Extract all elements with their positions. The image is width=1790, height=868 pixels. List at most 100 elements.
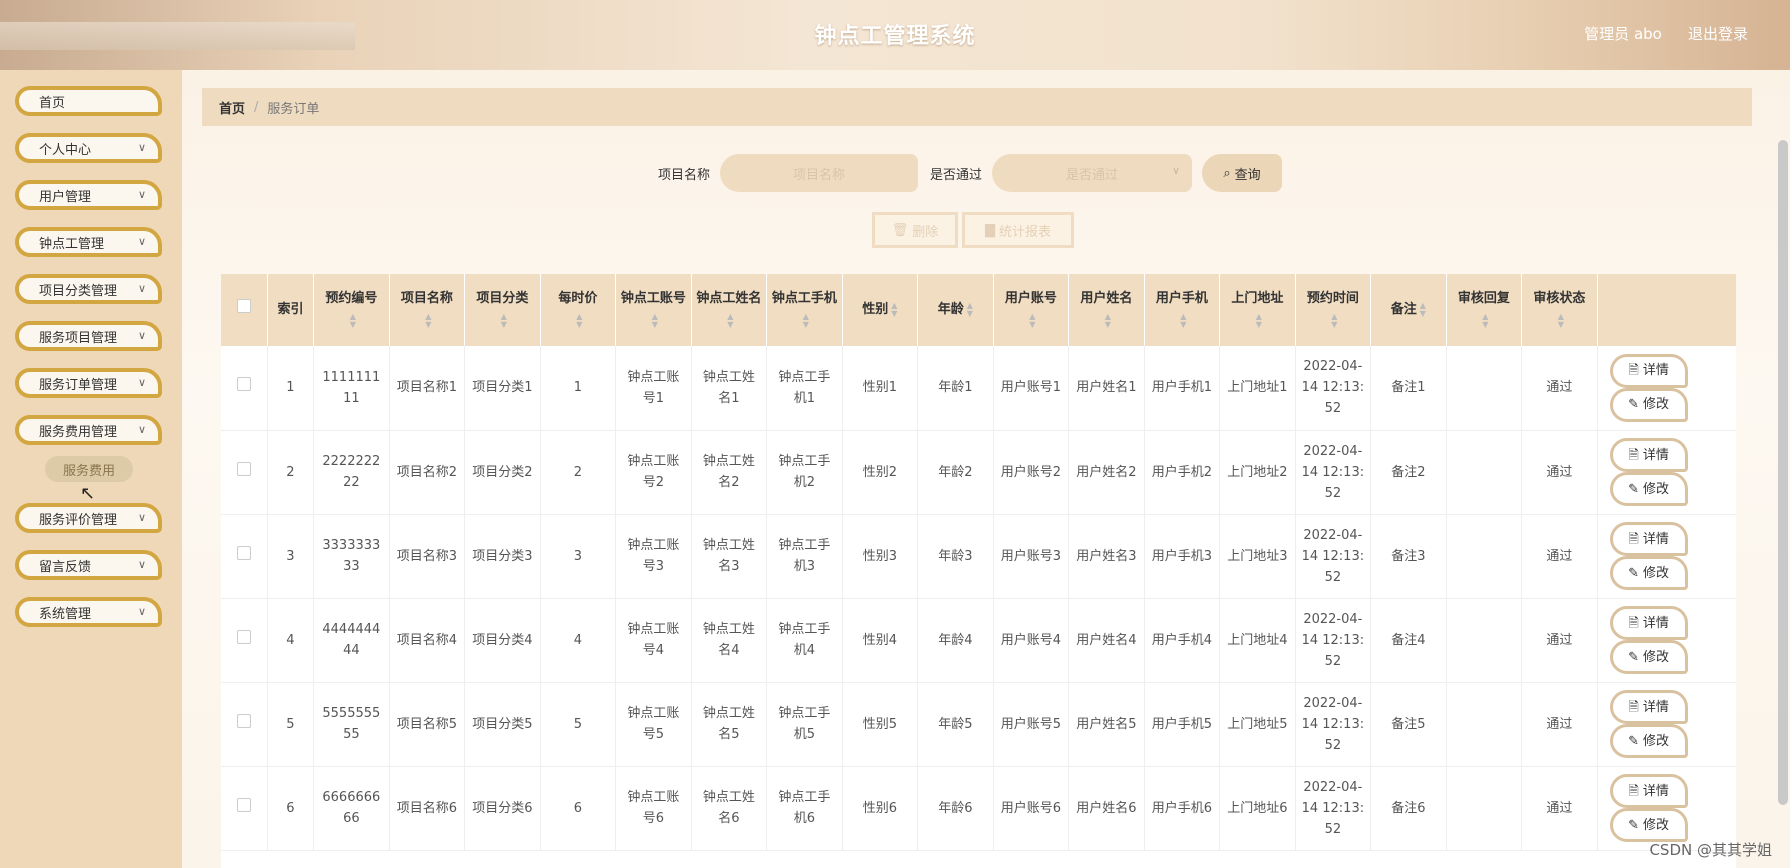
row-checkbox[interactable] bbox=[236, 713, 251, 728]
edit-button-label: 修改 bbox=[1643, 733, 1670, 749]
table-cell: 备注3 bbox=[1370, 514, 1447, 599]
row-actions-cell: 🗎 详情 ✎ 修改 bbox=[1597, 346, 1736, 431]
table-cell: 年龄5 bbox=[917, 682, 994, 767]
sort-icon: ▲ ▼ bbox=[576, 311, 583, 329]
row-checkbox[interactable] bbox=[236, 797, 251, 812]
sidebar-subitem-service-fee[interactable]: 服务费用 bbox=[45, 456, 133, 482]
detail-button[interactable]: 🗎 详情 bbox=[1609, 606, 1688, 640]
column-header[interactable]: 每时价 ▲ ▼ bbox=[540, 274, 617, 346]
detail-button[interactable]: 🗎 详情 bbox=[1609, 522, 1688, 556]
row-actions-cell: 🗎 详情 ✎ 修改 bbox=[1597, 766, 1736, 851]
chevron-down-icon: ∨ bbox=[137, 423, 146, 436]
sidebar-item-service-project-management[interactable]: 服务项目管理 ∨ bbox=[15, 321, 162, 351]
table-cell: 钟点工姓名3 bbox=[691, 514, 768, 599]
watermark: CSDN @其其学姐 bbox=[1649, 841, 1772, 859]
column-header[interactable]: 用户手机 ▲ ▼ bbox=[1144, 274, 1221, 346]
table-cell bbox=[1446, 598, 1523, 683]
column-header[interactable]: 用户姓名 ▲ ▼ bbox=[1068, 274, 1145, 346]
sidebar-item-home[interactable]: 首页 bbox=[15, 86, 162, 116]
detail-button[interactable]: 🗎 详情 bbox=[1609, 353, 1688, 388]
detail-button[interactable]: 🗎 详情 bbox=[1609, 438, 1688, 472]
select-all-checkbox[interactable] bbox=[236, 299, 251, 313]
table-cell: 111111111 bbox=[313, 346, 390, 431]
breadcrumb-current: 服务订单 bbox=[267, 101, 320, 117]
query-button[interactable]: ⌕ 查询 bbox=[1202, 154, 1283, 192]
table-cell: 钟点工账号5 bbox=[615, 682, 692, 767]
delete-button[interactable]: 🗑 删除 bbox=[872, 212, 958, 248]
sort-icon: ▲ ▼ bbox=[891, 300, 898, 318]
main-content: 首页 / 服务订单 项目名称 项目名称 是否通过 是否通过 ∨ ⌕ 查询 🗑 删… bbox=[182, 70, 1790, 868]
edit-button[interactable]: ✎ 修改 bbox=[1609, 472, 1688, 506]
edit-button[interactable]: ✎ 修改 bbox=[1609, 387, 1688, 422]
detail-button[interactable]: 🗎 详情 bbox=[1609, 774, 1688, 808]
table-cell: 性别2 bbox=[842, 430, 919, 515]
table-cell: 项目名称3 bbox=[389, 514, 466, 599]
column-header[interactable]: 备注 ▲ ▼ bbox=[1370, 274, 1447, 346]
table-cell: 2022-04-14 12:13:52 bbox=[1295, 430, 1372, 515]
table-cell: 年龄6 bbox=[917, 766, 994, 851]
report-button[interactable]: ▇ 统计报表 bbox=[962, 212, 1074, 248]
sidebar-item-user-management[interactable]: 用户管理 ∨ bbox=[15, 180, 162, 210]
sidebar-item-personal-center[interactable]: 个人中心 ∨ bbox=[15, 133, 162, 163]
breadcrumb-home[interactable]: 首页 bbox=[219, 98, 245, 117]
table-cell: 年龄4 bbox=[917, 598, 994, 683]
column-header[interactable]: 预约编号 ▲ ▼ bbox=[313, 274, 390, 346]
edit-button[interactable]: ✎ 修改 bbox=[1609, 556, 1688, 590]
sidebar-item-feedback[interactable]: 留言反馈 ∨ bbox=[15, 550, 162, 580]
column-header[interactable]: 预约时间 ▲ ▼ bbox=[1295, 274, 1372, 346]
table-cell: 钟点工姓名1 bbox=[691, 346, 768, 431]
column-header[interactable]: 审核回复 ▲ ▼ bbox=[1446, 274, 1523, 346]
pencil-icon: ✎ bbox=[1628, 565, 1640, 581]
column-header[interactable]: 用户账号 ▲ ▼ bbox=[993, 274, 1070, 346]
column-header[interactable]: 年龄 ▲ ▼ bbox=[917, 274, 994, 346]
column-header[interactable]: 钟点工手机▲ ▼ bbox=[766, 274, 843, 346]
table-cell: 钟点工手机3 bbox=[766, 514, 843, 599]
row-actions-cell: 🗎 详情 ✎ 修改 bbox=[1597, 514, 1736, 599]
sidebar-item-label: 个人中心 bbox=[39, 142, 92, 158]
table-row: 4 444444444 项目名称4 项目分类4 4 钟点工账号4 钟点工姓名4 钟点工手机4 性… bbox=[221, 598, 1736, 683]
edit-button-label: 修改 bbox=[1643, 565, 1670, 581]
table-cell: 通过 bbox=[1521, 346, 1598, 431]
edit-button[interactable]: ✎ 修改 bbox=[1609, 808, 1688, 842]
project-name-input[interactable]: 项目名称 bbox=[720, 154, 919, 192]
row-checkbox[interactable] bbox=[236, 461, 251, 476]
table-cell: 项目名称2 bbox=[389, 430, 466, 515]
admin-label[interactable]: 管理员 abo bbox=[1584, 25, 1662, 43]
sidebar-item-system-management[interactable]: 系统管理 ∨ bbox=[15, 597, 162, 627]
column-header[interactable]: 项目分类 ▲ ▼ bbox=[464, 274, 541, 346]
column-header[interactable]: 上门地址 ▲ ▼ bbox=[1219, 274, 1296, 346]
table-row: 1 111111111 项目名称1 项目分类1 1 钟点工账号1 钟点工姓名1 钟点工手机1 性… bbox=[221, 346, 1736, 431]
chevron-down-icon: ∨ bbox=[137, 605, 146, 618]
passed-select[interactable]: 是否通过 ∨ bbox=[992, 154, 1193, 192]
sidebar-item-worker-management[interactable]: 钟点工管理 ∨ bbox=[15, 227, 162, 257]
column-header[interactable]: 钟点工姓名▲ ▼ bbox=[691, 274, 768, 346]
table-row: 2 222222222 项目名称2 项目分类2 2 钟点工账号2 钟点工姓名2 钟点工手机2 性… bbox=[221, 430, 1736, 515]
row-checkbox[interactable] bbox=[236, 545, 251, 560]
sidebar-item-service-review-management[interactable]: 服务评价管理 ∨ bbox=[15, 503, 162, 533]
logout-link[interactable]: 退出登录 bbox=[1688, 25, 1748, 43]
sidebar-item-service-fee-management[interactable]: 服务费用管理 ∨ bbox=[15, 415, 162, 445]
sidebar-item-category-management[interactable]: 项目分类管理 ∨ bbox=[15, 274, 162, 304]
table-cell: 5 bbox=[540, 682, 617, 767]
chevron-down-icon: ∨ bbox=[137, 188, 146, 201]
sort-icon: ▲ ▼ bbox=[1419, 300, 1426, 318]
edit-button[interactable]: ✎ 修改 bbox=[1609, 724, 1688, 758]
table-cell: 钟点工账号3 bbox=[615, 514, 692, 599]
column-header[interactable]: 审核状态 ▲ ▼ bbox=[1521, 274, 1598, 346]
orders-table-container: 索引 预约编号 ▲ ▼ 项目名称 ▲ ▼ 项目分类 ▲ ▼ 每时价 ▲ ▼ 钟点工账号▲ ▼ 钟点… bbox=[221, 274, 1736, 868]
detail-button[interactable]: 🗎 详情 bbox=[1609, 690, 1688, 724]
column-header[interactable]: 钟点工账号▲ ▼ bbox=[615, 274, 692, 346]
edit-button[interactable]: ✎ 修改 bbox=[1609, 640, 1688, 674]
column-header[interactable]: 项目名称 ▲ ▼ bbox=[389, 274, 466, 346]
sort-icon: ▲ ▼ bbox=[727, 311, 734, 329]
row-select-cell bbox=[221, 598, 268, 683]
sidebar-item-service-order-management[interactable]: 服务订单管理 ∨ bbox=[15, 368, 162, 398]
select-all-header bbox=[221, 274, 268, 346]
row-checkbox[interactable] bbox=[236, 629, 251, 644]
row-checkbox[interactable] bbox=[236, 377, 251, 392]
sort-icon: ▲ ▼ bbox=[1029, 311, 1036, 329]
column-header[interactable]: 性别 ▲ ▼ bbox=[842, 274, 919, 346]
table-cell: 性别1 bbox=[842, 346, 919, 431]
page-scrollbar[interactable] bbox=[1778, 140, 1788, 805]
detail-button-label: 详情 bbox=[1642, 699, 1669, 715]
